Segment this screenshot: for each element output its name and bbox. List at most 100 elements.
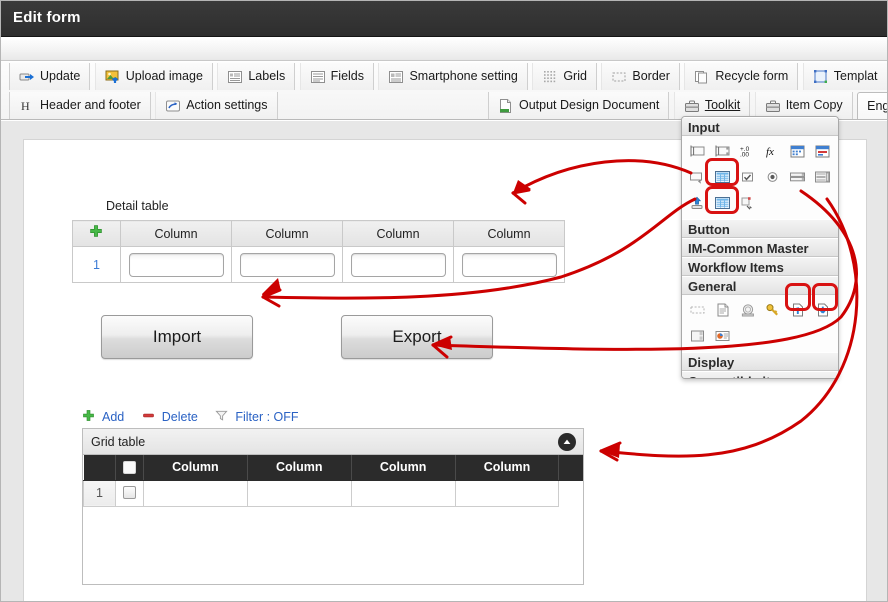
- recycle-form-icon: [694, 69, 710, 85]
- toolbar-button-header-and-footer[interactable]: H Header and footer: [9, 92, 151, 119]
- grid-filter-button[interactable]: Filter : OFF: [215, 409, 299, 425]
- toolkit-section-general[interactable]: General: [682, 276, 838, 295]
- detail-column-header[interactable]: Column: [120, 220, 232, 247]
- toolkit-section-compatible-item[interactable]: Compatible item: [682, 371, 838, 378]
- detail-column-header[interactable]: Column: [453, 220, 565, 247]
- detail-row-number: 1: [72, 246, 121, 283]
- toolkit-icon-row: [687, 190, 835, 216]
- import-button[interactable]: Import: [101, 315, 253, 359]
- detail-text-input[interactable]: [239, 252, 335, 277]
- toolbar-button-toolkit[interactable]: Toolkit: [673, 92, 751, 119]
- checkbox-input-icon[interactable]: [737, 166, 759, 188]
- formula-icon[interactable]: fx: [762, 140, 784, 162]
- radio-button-icon[interactable]: [762, 166, 784, 188]
- svg-text:.00: .00: [740, 152, 749, 159]
- toolbar-button-item-copy[interactable]: Item Copy: [754, 92, 853, 119]
- grid-cell[interactable]: [350, 479, 456, 507]
- toolbar-button-fields[interactable]: Fields: [299, 63, 374, 90]
- toolkit-icon-row: [687, 323, 835, 349]
- document-icon[interactable]: [712, 299, 734, 321]
- number-format-icon[interactable]: +.0 .00: [737, 140, 759, 162]
- grid-table-title: Grid table: [91, 434, 146, 449]
- detail-column-header[interactable]: Column: [342, 220, 454, 247]
- text-field-icon[interactable]: [687, 140, 709, 162]
- grid-delete-button[interactable]: Delete: [142, 409, 198, 425]
- select-box-icon[interactable]: [687, 166, 709, 188]
- grid-add-button[interactable]: Add: [82, 409, 124, 425]
- list-box-icon[interactable]: [787, 166, 809, 188]
- toolkit-panel: Input +.0 .00 fx Button IM-Common Master…: [681, 116, 839, 379]
- toolbar-row-secondary: H Header and footer Action settings: [9, 92, 278, 120]
- toolbar-button-label: Fields: [330, 69, 364, 84]
- grid-header-select-all[interactable]: [115, 455, 144, 481]
- file-upload-icon[interactable]: [687, 192, 709, 214]
- detail-table-add-row-button[interactable]: [72, 220, 121, 247]
- date-picker-icon[interactable]: [787, 140, 809, 162]
- toolbar-button-label: Upload image: [125, 69, 203, 84]
- grid-cell[interactable]: [246, 479, 352, 507]
- toolkit-icon-row: [687, 297, 835, 323]
- custom-field-icon[interactable]: [737, 192, 759, 214]
- toolbar-button-smartphone-setting[interactable]: Smartphone setting: [378, 63, 528, 90]
- border-icon: [611, 69, 627, 85]
- toolbar-button-action-settings[interactable]: Action settings: [155, 92, 278, 119]
- template-icon: [813, 69, 829, 85]
- toolbar-button-grid[interactable]: Grid: [532, 63, 597, 90]
- toolbar-button-label: Smartphone setting: [409, 69, 518, 84]
- toolbar-button-template[interactable]: Templat: [802, 63, 887, 90]
- detail-table-row: 1: [72, 246, 565, 283]
- table-input-alt-icon[interactable]: [712, 192, 734, 214]
- toolbar-button-border[interactable]: Border: [601, 63, 680, 90]
- page-title: Edit form: [13, 9, 81, 26]
- grid-row-select[interactable]: [114, 479, 144, 507]
- grid-column-header[interactable]: Column: [247, 455, 352, 481]
- multi-list-icon[interactable]: [812, 166, 834, 188]
- toolbar-button-upload-image[interactable]: Upload image: [94, 63, 213, 90]
- grid-column-header[interactable]: Column: [455, 455, 560, 481]
- stamp-icon[interactable]: [737, 299, 759, 321]
- export-button[interactable]: Export: [341, 315, 493, 359]
- key-icon[interactable]: [762, 299, 784, 321]
- detail-text-input[interactable]: [461, 252, 557, 277]
- toolkit-section-display[interactable]: Display: [682, 352, 838, 371]
- grid-cell[interactable]: [142, 479, 248, 507]
- detail-column-header[interactable]: Column: [231, 220, 343, 247]
- select-all-checkbox[interactable]: [122, 461, 136, 475]
- toolkit-section-workflow-items[interactable]: Workflow Items: [682, 257, 838, 276]
- toolbar-button-label: Recycle form: [715, 69, 789, 84]
- grid-cell[interactable]: [454, 479, 560, 507]
- update-icon: [19, 69, 35, 85]
- smartphone-setting-icon: [388, 69, 404, 85]
- toolbar-button-output-design-document[interactable]: Output Design Document: [488, 92, 670, 119]
- chart-item-icon[interactable]: [712, 325, 734, 347]
- grid-header-rownum: [83, 455, 116, 481]
- toolbar-button-labels[interactable]: Labels: [217, 63, 296, 90]
- toolbar-button-recycle-form[interactable]: Recycle form: [684, 63, 799, 90]
- file-import-icon[interactable]: [787, 299, 809, 321]
- text-area-icon[interactable]: [712, 140, 734, 162]
- toolkit-section-im-common-master[interactable]: IM-Common Master: [682, 238, 838, 257]
- date-range-icon[interactable]: [812, 140, 834, 162]
- table-input-icon[interactable]: [712, 166, 734, 188]
- toolbar-row-primary: Update Upload image Labels Fields Smartp…: [9, 63, 887, 91]
- grid-column-header[interactable]: Column: [351, 455, 456, 481]
- grid-filter-label: Filter : OFF: [235, 410, 299, 424]
- detail-text-input[interactable]: [350, 252, 446, 277]
- action-settings-icon: [165, 98, 181, 114]
- toolkit-section-button[interactable]: Button: [682, 219, 838, 238]
- grid-column-header[interactable]: Column: [143, 455, 248, 481]
- detail-cell: [120, 246, 232, 283]
- file-export-icon[interactable]: [812, 299, 834, 321]
- toolbar-button-update[interactable]: Update: [9, 63, 91, 90]
- panel-split-icon[interactable]: [687, 325, 709, 347]
- toolbar-button-label: Grid: [563, 69, 587, 84]
- chevron-up-icon[interactable]: [558, 433, 576, 451]
- toolkit-section-input[interactable]: Input: [682, 117, 838, 136]
- placeholder-box-icon[interactable]: [687, 299, 709, 321]
- row-checkbox[interactable]: [122, 486, 136, 500]
- toolbar-button-label: Templat: [833, 69, 878, 84]
- toolbar-button-language[interactable]: Eng: [857, 92, 887, 119]
- subheader-strip: [1, 38, 887, 61]
- detail-text-input[interactable]: [128, 252, 224, 277]
- plus-icon: [82, 409, 98, 425]
